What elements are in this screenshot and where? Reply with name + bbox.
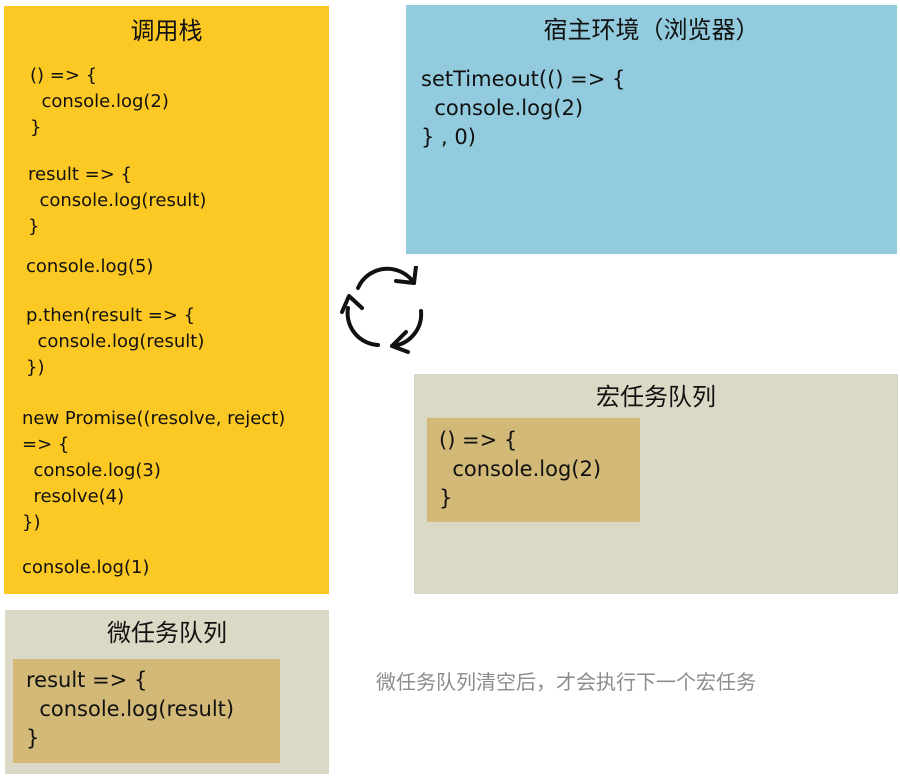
note-text: 微任务队列清空后，才会执行下一个宏任务 [376, 670, 756, 694]
call-stack-block-6: console.log(1) [22, 557, 150, 578]
micro-task-item: result => { console.log(result) } [13, 659, 280, 763]
call-stack-block-2: result => { console.log(result) } [28, 164, 207, 237]
micro-task-queue-title: 微任务队列 [107, 619, 227, 647]
micro-task-code: result => { console.log(result) } [26, 668, 235, 750]
host-environment-panel: 宿主环境（浏览器） setTimeout(() => { console.log… [406, 5, 897, 254]
call-stack-block-5: new Promise((resolve, reject) => { conso… [22, 408, 286, 533]
macro-task-code: () => { console.log(2) } [439, 428, 602, 510]
host-environment-title: 宿主环境（浏览器） [543, 16, 760, 44]
macro-task-queue-title: 宏任务队列 [596, 383, 716, 411]
cycle-arrows-icon [340, 266, 424, 354]
host-environment-code: setTimeout(() => { console.log(2) } , 0) [421, 67, 626, 149]
call-stack-panel: 调用栈 () => { console.log(2) } result => {… [4, 6, 329, 594]
call-stack-title: 调用栈 [130, 17, 203, 45]
macro-task-queue-panel: 宏任务队列 () => { console.log(2) } [414, 374, 898, 594]
call-stack-block-4: p.then(result => { console.log(result) }… [26, 305, 205, 378]
micro-task-queue-panel: 微任务队列 result => { console.log(result) } [5, 610, 329, 774]
call-stack-block-1: () => { console.log(2) } [30, 65, 169, 138]
macro-task-item: () => { console.log(2) } [427, 418, 640, 522]
call-stack-block-3: console.log(5) [26, 256, 154, 277]
